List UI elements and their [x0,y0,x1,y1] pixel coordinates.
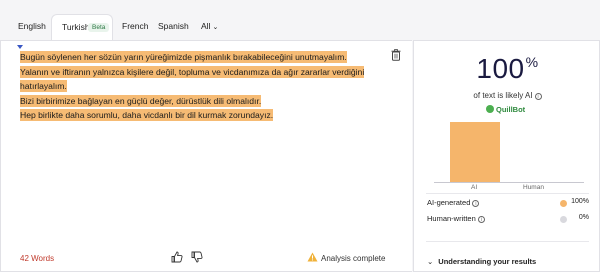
highlighted-sentence: Yalanın ve iftiranın yalnızca kişilere d… [20,65,365,78]
trash-icon[interactable] [391,49,401,61]
thumbs-up-icon[interactable] [171,251,183,263]
ai-score: 100% [414,53,600,85]
x-label-ai: AI [471,184,478,191]
tab-turkish-label: Turkish [62,22,90,32]
ai-generated-label: AI-generated [427,198,471,207]
ai-generated-row: AI-generated i 100% [427,198,589,210]
understanding-results-toggle[interactable]: ⌄ Understanding your results [427,257,536,266]
analysis-status: Analysis complete [321,254,386,263]
understanding-label: Understanding your results [438,257,537,266]
results-panel: 100% of text is likely AI i QuillBot AI H… [413,40,600,272]
word-count: 42 Words [20,254,55,263]
info-icon[interactable]: i [477,216,485,223]
x-label-human: Human [523,184,544,191]
ai-human-chart [434,122,584,183]
ai-legend-dot [560,200,567,207]
tab-french[interactable]: French [122,21,148,31]
language-tabs: English Turkish Beta French Spanish All ⌄ [0,0,600,40]
highlighted-sentence: Bizi birbirimize bağlayan en güçlü değer… [20,94,262,107]
score-caption-text: of text is likely AI [473,91,533,100]
divider [426,241,589,242]
brand-logo: QuillBot [486,105,525,114]
tab-all-label: All [201,21,211,31]
tab-turkish[interactable]: Turkish Beta [51,14,113,40]
cursor-marker-icon [17,45,23,49]
thumbs-down-icon[interactable] [191,251,203,263]
quillbot-logo-icon [486,105,494,113]
highlighted-sentence: Hep birlikte daha sorumlu, daha vicdanlı… [20,109,274,121]
text-editor[interactable]: Bugün söylenen her sözün yarın yüreğimiz… [0,40,412,272]
human-written-label: Human-written [427,214,476,223]
highlighted-sentence: hatırlayalım. [20,80,67,92]
bar-ai [450,122,500,182]
beta-badge: Beta [88,23,110,32]
highlighted-sentence: Bugün söylenen her sözün yarın yüreğimiz… [20,51,347,63]
ai-generated-value: 100% [571,198,589,205]
divider [426,193,589,194]
chevron-down-icon: ⌄ [212,24,219,31]
info-icon[interactable]: i [472,200,480,207]
tab-spanish[interactable]: Spanish [158,21,189,31]
human-written-value: 0% [578,214,589,221]
score-caption: of text is likely AI i [414,91,600,100]
tab-all[interactable]: All ⌄ [201,21,218,31]
editor-footer: 42 Words Analysis complete [1,248,413,272]
human-legend-dot [560,216,567,223]
tab-english[interactable]: English [18,21,46,31]
chevron-down-icon: ⌄ [427,257,434,266]
warning-icon [307,252,318,262]
ai-score-value: 100 [476,53,525,84]
info-icon[interactable]: i [534,93,542,100]
editor-text[interactable]: Bugün söylenen her sözün yarın yüreğimiz… [20,50,390,123]
ai-score-unit: % [525,54,539,70]
brand-name: QuillBot [496,105,526,114]
human-written-row: Human-written i 0% [427,214,589,226]
